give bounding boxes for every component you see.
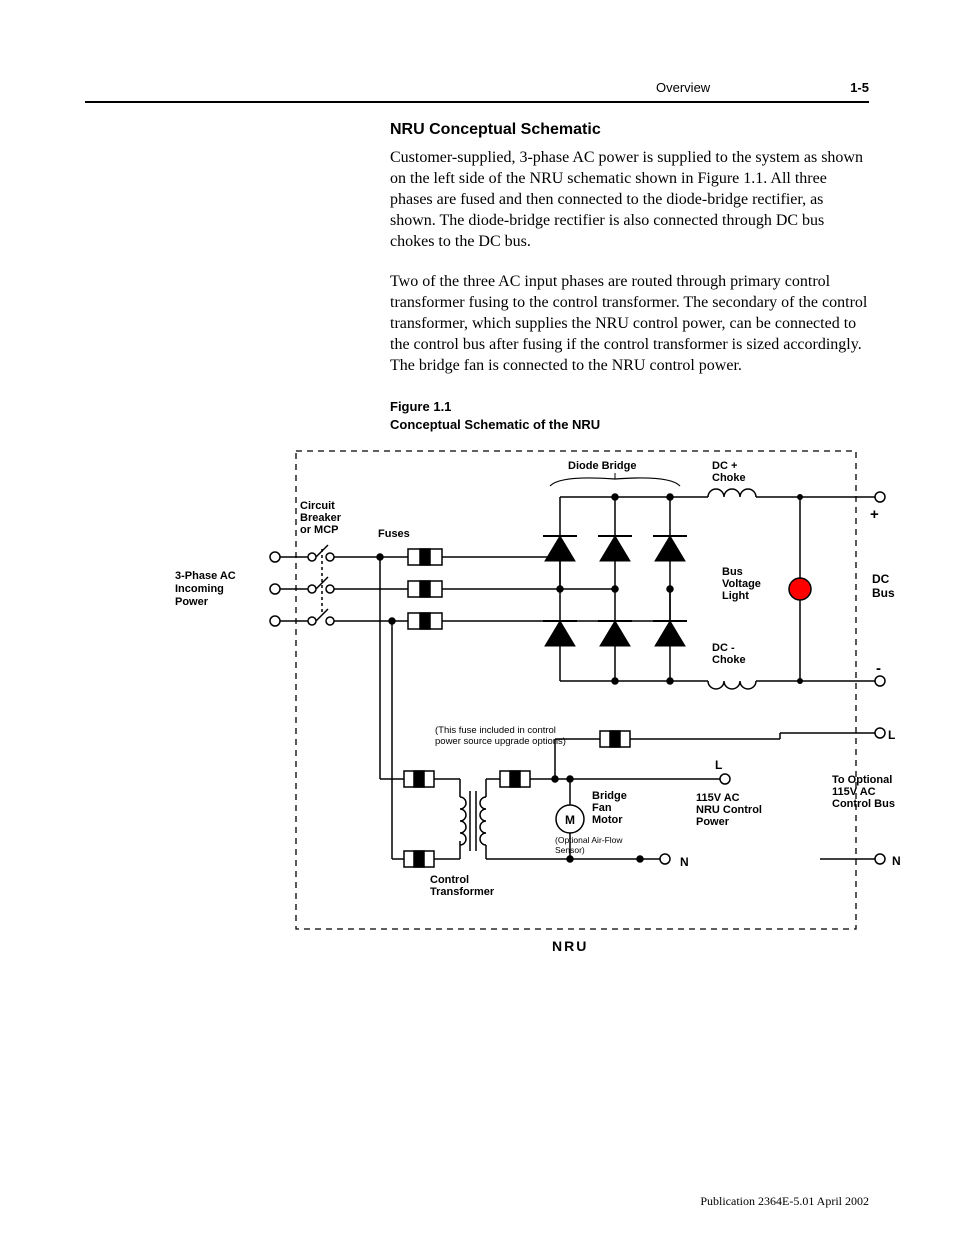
label-N-internal: N <box>680 855 689 869</box>
label-optional-control-bus: To Optional115V ACControl Bus <box>832 774 895 810</box>
label-diode-bridge: Diode Bridge <box>568 460 636 472</box>
footer-publication: Publication 2364E-5.01 April 2002 <box>700 1194 869 1209</box>
label-L-internal: L <box>715 758 722 772</box>
label-fuses: Fuses <box>378 528 410 540</box>
label-N-out: N <box>892 854 901 868</box>
label-breaker: CircuitBreakeror MCP <box>300 500 342 536</box>
header-page-number: 1-5 <box>850 80 869 95</box>
label-bus-voltage-light: BusVoltageLight <box>722 566 761 602</box>
label-control-power: 115V ACNRU ControlPower <box>696 792 762 828</box>
label-minus: - <box>876 660 881 677</box>
label-L-out: L <box>888 728 895 742</box>
label-incoming: 3-Phase ACIncomingPower <box>175 570 236 608</box>
label-sensor: (Optional Air-FlowSensor) <box>555 835 623 855</box>
label-dc-bus: DCBus <box>872 572 895 600</box>
label-dc-minus-choke: DC -Choke <box>712 642 746 666</box>
label-bridge-fan: BridgeFanMotor <box>592 790 627 826</box>
header-rule <box>85 101 869 103</box>
figure-caption: Figure 1.1 Conceptual Schematic of the N… <box>390 398 869 433</box>
schematic-diagram: 3-Phase ACIncomingPower CircuitBreakeror… <box>160 441 869 966</box>
paragraph-2: Two of the three AC input phases are rou… <box>390 271 869 377</box>
header-section: Overview <box>656 80 710 95</box>
label-nru: NRU <box>552 938 588 954</box>
section-title: NRU Conceptual Schematic <box>390 121 869 139</box>
label-m: M <box>565 813 575 827</box>
label-plus: + <box>870 506 879 523</box>
paragraph-1: Customer-supplied, 3-phase AC power is s… <box>390 147 869 253</box>
label-control-transformer: ControlTransformer <box>430 874 495 898</box>
label-dc-plus-choke: DC +Choke <box>712 460 746 484</box>
label-fuse-note: (This fuse included in controlpower sour… <box>435 725 566 747</box>
